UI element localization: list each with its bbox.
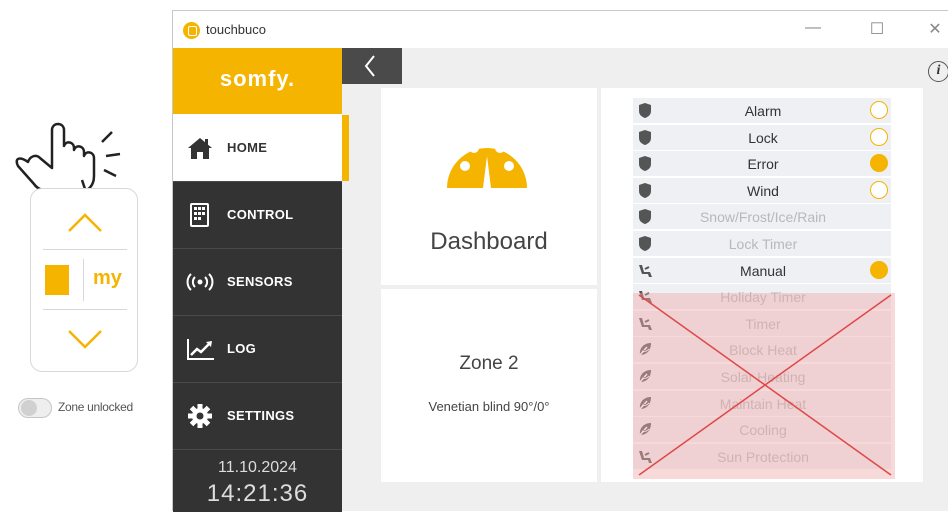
status-row-label: Manual [740, 262, 786, 279]
minimize-button[interactable]: — [801, 19, 825, 37]
nav-item-log[interactable]: LOG [173, 316, 342, 382]
somfy-logo: somfy. [173, 48, 342, 114]
status-row-label: Block Heat [729, 342, 797, 359]
leaf-icon [639, 423, 651, 436]
status-indicator [870, 180, 888, 199]
clock: 11.10.2024 14:21:36 [173, 450, 342, 512]
nav-label-sensors: SENSORS [227, 274, 293, 289]
status-row: Holiday Timer [633, 284, 891, 310]
dashboard-title: Dashboard [430, 228, 548, 255]
nav-label-home: HOME [227, 140, 268, 155]
status-row: Solar Heating [633, 364, 891, 389]
log-icon [187, 339, 214, 360]
nav-item-home[interactable]: HOME [173, 115, 342, 181]
status-row-label: Holiday Timer [720, 289, 806, 306]
leaf-icon [639, 396, 651, 410]
shield-icon [639, 236, 651, 251]
nav-label-settings: SETTINGS [227, 408, 295, 423]
dashboard-tile[interactable]: Dashboard [381, 88, 597, 285]
chair-icon [639, 264, 652, 277]
nav-item-control[interactable]: CONTROL [173, 182, 342, 248]
remote-divider [43, 249, 127, 250]
status-row: Manual [633, 257, 891, 283]
clock-time: 14:21:36 [206, 480, 309, 507]
status-row: Snow/Frost/Ice/Rain [633, 204, 891, 230]
status-row-label: Lock [748, 129, 778, 146]
status-row-label: Cooling [739, 422, 787, 439]
status-indicator [870, 101, 888, 119]
nav-item-sensors[interactable]: SENSORS [173, 249, 342, 315]
status-row-label: Error [747, 156, 779, 173]
nav-item-settings[interactable]: SETTINGS [173, 383, 342, 449]
sidebar: somfy. HOME CONTROL SENSORS LOG SETTINGS… [173, 48, 342, 512]
status-row: Maintain Heat [633, 390, 891, 416]
speedometer-icon [447, 137, 527, 188]
status-row: Alarm [633, 98, 891, 123]
shield-icon [639, 156, 651, 172]
info-icon[interactable]: i [928, 61, 948, 82]
chair-icon [639, 317, 652, 330]
sensors-icon [186, 273, 214, 291]
logo-text: somfy. [219, 66, 296, 91]
title-bar: touchbuco — ☐ ✕ [173, 11, 948, 48]
leaf-icon [639, 370, 651, 383]
status-row: Wind [633, 177, 891, 203]
shield-icon [639, 209, 651, 225]
status-row: Lock [633, 124, 891, 150]
status-row: Block Heat [633, 337, 891, 363]
status-row-label: Sun Protection [717, 448, 809, 465]
remote-divider [43, 309, 127, 310]
shield-icon [639, 103, 651, 118]
status-row-label: Lock Timer [728, 236, 798, 252]
window-title: touchbuco [206, 22, 266, 37]
shield-icon [639, 129, 651, 145]
status-row-label: Snow/Frost/Ice/Rain [699, 209, 827, 226]
close-button[interactable]: ✕ [923, 19, 947, 39]
home-icon [188, 138, 212, 159]
status-row-label: Wind [747, 182, 779, 199]
app-window: touchbuco — ☐ ✕ somfy. HOME CONTROL SENS… [172, 10, 948, 512]
status-row: Error [633, 151, 891, 177]
zone-name: Zone 2 [459, 353, 519, 374]
zone-description: Venetian blind 90°/0° [428, 399, 550, 414]
status-row: Lock Timer [633, 231, 891, 256]
active-nav-indicator [342, 115, 349, 181]
status-indicator [870, 127, 888, 146]
shield-icon [639, 182, 651, 198]
gear-icon [188, 404, 212, 428]
clock-date: 11.10.2024 [218, 459, 297, 476]
zone-lock-label: Zone unlocked [58, 400, 133, 414]
remote-my-button[interactable]: my [93, 267, 122, 290]
status-row: Sun Protection [633, 443, 891, 469]
remote-stop-button[interactable] [45, 265, 69, 295]
remote-control: my [30, 188, 138, 372]
status-row: Cooling [633, 417, 891, 443]
zone-lock-toggle[interactable] [18, 398, 52, 418]
leaf-icon [639, 343, 651, 356]
status-row-label: Timer [745, 315, 781, 332]
status-row-label: Maintain Heat [719, 395, 807, 412]
chair-icon [639, 450, 652, 463]
remote-down-button[interactable] [65, 327, 105, 353]
nav-label-log: LOG [227, 341, 257, 356]
zone-tile: Zone 2 Venetian blind 90°/0° [381, 289, 597, 482]
hand-tap-icon [15, 122, 121, 194]
remote-panel: my Zone unlocked [0, 0, 172, 511]
status-row-label: Alarm [744, 103, 782, 119]
status-row: Timer [633, 310, 891, 336]
chair-icon [639, 291, 652, 304]
status-indicator [870, 260, 888, 279]
status-list: Alarm Lock Error Wind Snow/Frost/Ice/Rain Loc… [601, 88, 923, 482]
back-button[interactable] [342, 48, 402, 84]
status-row-label: Solar Heating [720, 369, 806, 385]
nav-label-control: CONTROL [227, 207, 294, 222]
remote-divider [83, 259, 84, 301]
chevron-left-icon [364, 55, 375, 77]
status-indicator [870, 154, 888, 173]
app-icon [183, 22, 200, 39]
maximize-button[interactable]: ☐ [865, 19, 889, 39]
control-icon [190, 203, 209, 227]
remote-up-button[interactable] [65, 209, 105, 235]
toggle-knob [21, 400, 37, 416]
